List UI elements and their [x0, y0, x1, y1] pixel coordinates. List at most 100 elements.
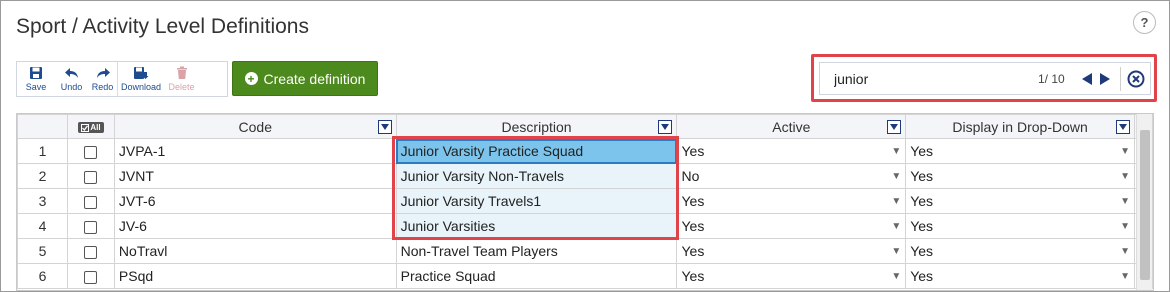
table-row[interactable]: 4 JV-6 Junior Varsities Yes ▼ Yes ▼ — [17, 213, 1153, 239]
dropdown-caret-icon[interactable]: ▼ — [891, 221, 901, 232]
code-cell[interactable]: JV-6 — [113, 213, 397, 239]
select-all-label: All — [90, 123, 101, 132]
active-cell[interactable]: Yes ▼ — [676, 238, 907, 264]
next-match-icon[interactable] — [1096, 70, 1114, 88]
row-checkbox[interactable] — [84, 195, 98, 209]
display-cell[interactable]: Yes ▼ — [905, 138, 1135, 164]
close-search-icon[interactable] — [1127, 70, 1145, 88]
description-cell[interactable]: Junior Varsities — [395, 213, 678, 239]
delete-button[interactable]: Delete — [164, 62, 199, 96]
scrollbar-thumb[interactable] — [1140, 130, 1150, 280]
display-cell[interactable]: Yes ▼ — [905, 213, 1135, 239]
code-cell[interactable]: PSqd — [113, 263, 397, 289]
save-icon — [30, 67, 42, 79]
row-number: 2 — [17, 163, 68, 189]
redo-button[interactable]: Redo — [88, 62, 117, 96]
active-value: Yes — [681, 218, 705, 234]
dropdown-caret-icon[interactable]: ▼ — [1120, 196, 1130, 207]
definitions-grid: All Code Description Active Display in D… — [16, 113, 1154, 291]
table-row[interactable]: 6 PSqd Practice Squad Yes ▼ Yes ▼ — [17, 263, 1153, 289]
column-filter-icon[interactable] — [1115, 120, 1130, 134]
active-cell[interactable]: No ▼ — [676, 163, 907, 189]
page-title: Sport / Activity Level Definitions — [16, 15, 309, 38]
column-header-active[interactable]: Active — [676, 114, 907, 139]
redo-icon — [96, 68, 110, 78]
dropdown-caret-icon[interactable]: ▼ — [1120, 271, 1130, 282]
display-cell[interactable]: Yes ▼ — [905, 163, 1135, 189]
row-number: 3 — [17, 188, 68, 214]
column-filter-icon[interactable] — [887, 120, 902, 134]
active-value: Yes — [681, 243, 705, 259]
display-value: Yes — [910, 218, 934, 234]
display-value: Yes — [910, 143, 934, 159]
undo-button[interactable]: Undo — [55, 62, 88, 96]
display-cell[interactable]: Yes ▼ — [905, 263, 1135, 289]
row-select-cell — [66, 138, 115, 164]
table-row[interactable]: 3 JVT-6 Junior Varsity Travels1 Yes ▼ Yes… — [17, 188, 1153, 214]
row-select-cell — [66, 188, 115, 214]
save-button[interactable]: Save — [17, 62, 55, 96]
download-icon — [134, 67, 149, 79]
row-checkbox[interactable] — [84, 220, 98, 234]
description-cell[interactable]: Non-Travel Team Players — [395, 238, 678, 264]
row-number: 6 — [17, 263, 68, 289]
select-all-header: All — [66, 114, 115, 139]
select-all-button[interactable]: All — [78, 122, 104, 133]
display-cell[interactable]: Yes ▼ — [905, 188, 1135, 214]
description-cell[interactable]: Junior Varsity Travels1 — [395, 188, 678, 214]
active-cell[interactable]: Yes ▼ — [676, 213, 907, 239]
table-row[interactable]: 2 JVNT Junior Varsity Non-Travels No ▼ Ye… — [17, 163, 1153, 189]
dropdown-caret-icon[interactable]: ▼ — [891, 171, 901, 182]
code-cell[interactable]: NoTravl — [113, 238, 397, 264]
column-filter-icon[interactable] — [377, 120, 392, 134]
dropdown-caret-icon[interactable]: ▼ — [1120, 146, 1130, 157]
download-button[interactable]: Download — [118, 62, 164, 96]
active-cell[interactable]: Yes ▼ — [676, 188, 907, 214]
code-cell[interactable]: JVNT — [113, 163, 397, 189]
dropdown-caret-icon[interactable]: ▼ — [1120, 221, 1130, 232]
table-row[interactable]: 1 JVPA-1 Junior Varsity Practice Squad Y… — [17, 138, 1153, 164]
column-header-label: Code — [238, 118, 272, 135]
dropdown-caret-icon[interactable]: ▼ — [891, 196, 901, 207]
plus-circle-icon: + — [244, 72, 258, 85]
column-filter-icon[interactable] — [658, 120, 673, 134]
row-number: 4 — [17, 213, 68, 239]
row-checkbox[interactable] — [84, 145, 98, 159]
column-header-label: Description — [501, 118, 572, 135]
row-checkbox[interactable] — [84, 270, 98, 284]
row-checkbox[interactable] — [84, 245, 98, 259]
active-cell[interactable]: Yes ▼ — [676, 263, 907, 289]
search-input[interactable] — [832, 69, 1032, 88]
vertical-scrollbar[interactable] — [1136, 114, 1152, 290]
active-cell[interactable]: Yes ▼ — [676, 138, 907, 164]
dropdown-caret-icon[interactable]: ▼ — [1120, 171, 1130, 182]
display-value: Yes — [910, 268, 934, 284]
create-definition-button[interactable]: + Create definition — [232, 61, 378, 96]
help-button[interactable]: ? — [1133, 11, 1156, 34]
dropdown-caret-icon[interactable]: ▼ — [891, 271, 901, 282]
find-bar: 1/ 10 — [819, 62, 1151, 95]
active-value: Yes — [681, 268, 705, 284]
table-row[interactable]: 5 NoTravl Non-Travel Team Players Yes ▼ Y… — [17, 238, 1153, 264]
description-cell[interactable]: Junior Varsity Practice Squad — [395, 138, 678, 164]
dropdown-caret-icon[interactable]: ▼ — [891, 146, 901, 157]
dropdown-caret-icon[interactable]: ▼ — [1120, 246, 1130, 257]
toolbar: Save Undo Redo Download Delete — [16, 61, 228, 97]
undo-icon — [64, 68, 78, 78]
description-cell[interactable]: Practice Squad — [395, 263, 678, 289]
code-cell[interactable]: JVT-6 — [113, 188, 397, 214]
row-number: 1 — [17, 138, 68, 164]
previous-match-icon[interactable] — [1078, 70, 1096, 88]
column-header-description[interactable]: Description — [395, 114, 678, 139]
row-checkbox[interactable] — [84, 170, 98, 184]
code-cell[interactable]: JVPA-1 — [113, 138, 397, 164]
display-cell[interactable]: Yes ▼ — [905, 238, 1135, 264]
column-header-code[interactable]: Code — [113, 114, 397, 139]
column-header-display[interactable]: Display in Drop-Down — [905, 114, 1135, 139]
trash-icon — [176, 66, 187, 79]
description-cell[interactable]: Junior Varsity Non-Travels — [395, 163, 678, 189]
header-row: All Code Description Active Display in D… — [17, 114, 1153, 139]
redo-label: Redo — [91, 82, 114, 92]
dropdown-caret-icon[interactable]: ▼ — [891, 246, 901, 257]
delete-label: Delete — [168, 82, 195, 92]
